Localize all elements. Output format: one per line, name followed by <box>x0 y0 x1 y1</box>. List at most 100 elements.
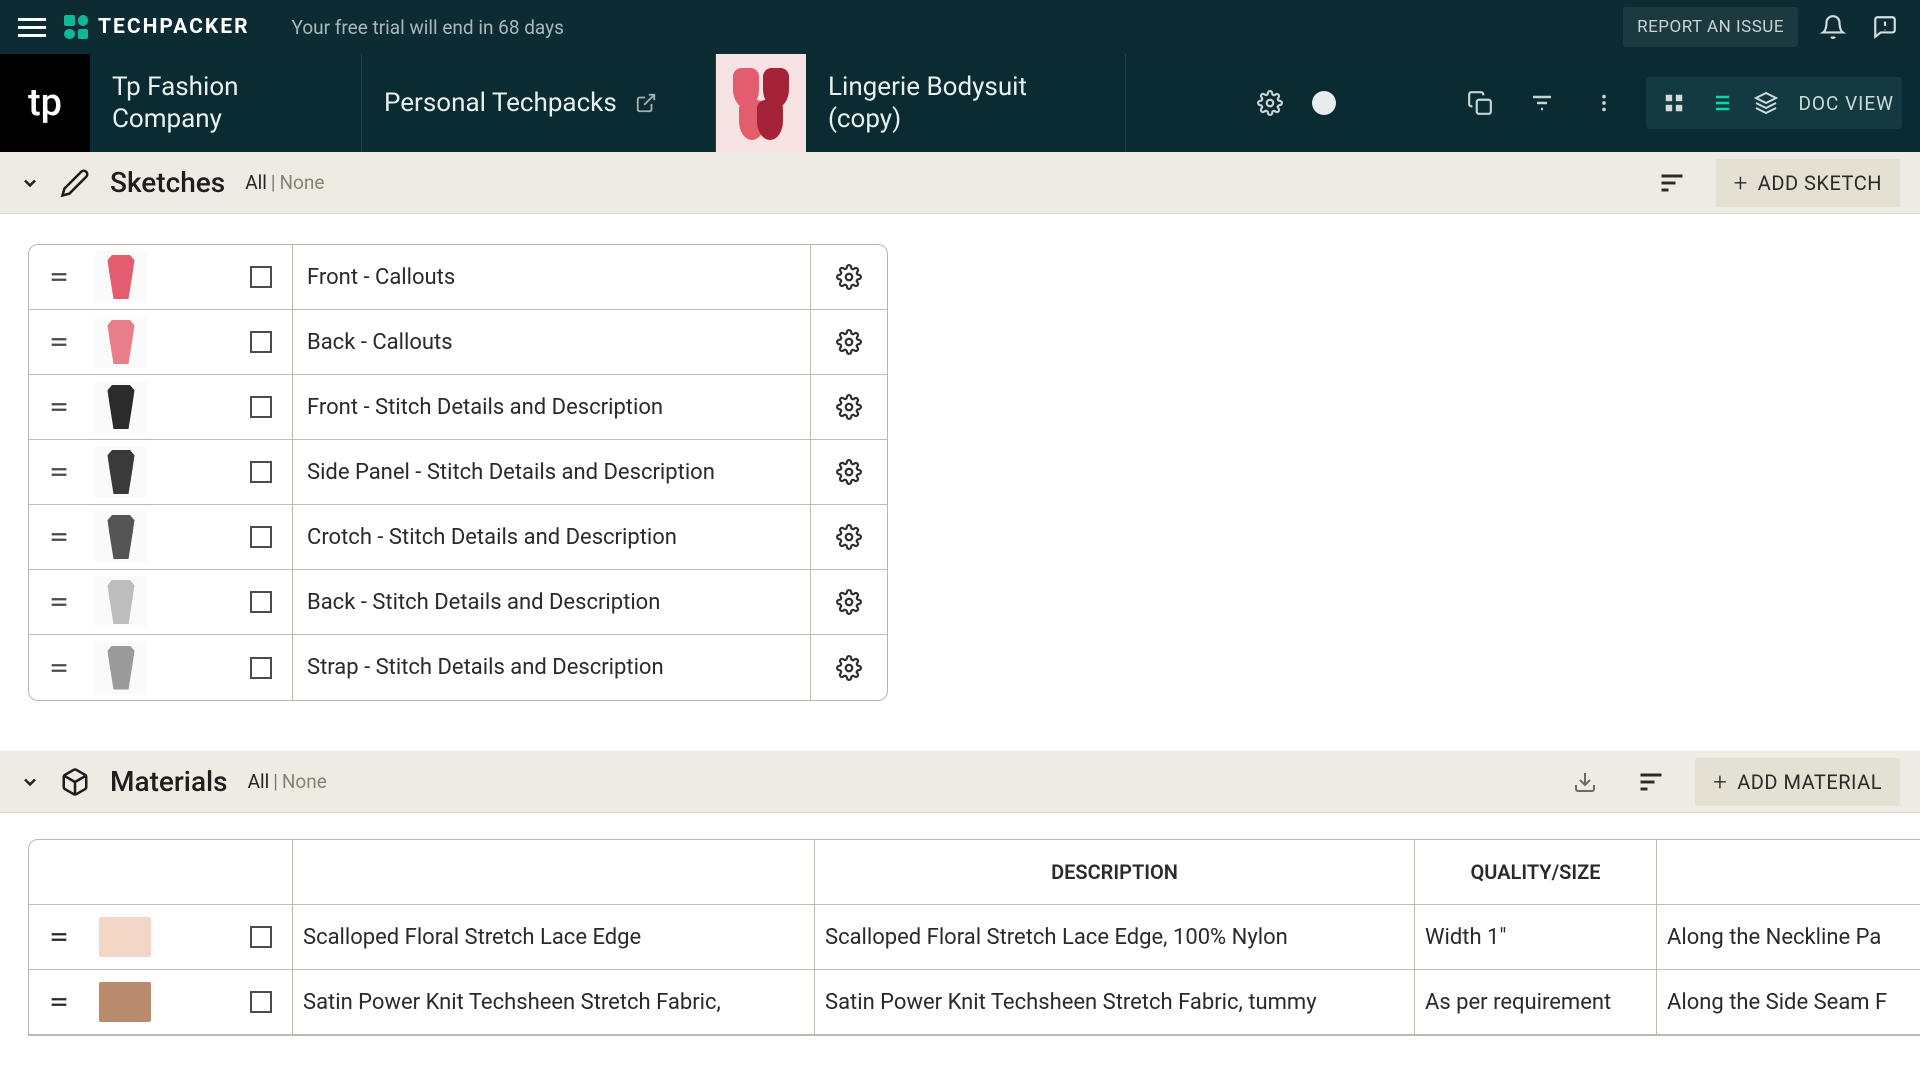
sketch-settings-button[interactable] <box>811 329 887 355</box>
sketch-thumbnail[interactable] <box>89 251 229 303</box>
drag-handle-icon[interactable] <box>29 657 89 679</box>
sketch-row[interactable]: Front - Callouts <box>29 245 887 310</box>
material-swatch[interactable] <box>89 970 229 1034</box>
drag-handle-icon[interactable] <box>29 461 89 483</box>
sketch-name[interactable]: Back - Stitch Details and Description <box>293 570 811 634</box>
sketch-checkbox[interactable] <box>229 375 293 439</box>
material-swatch[interactable] <box>89 905 229 969</box>
grid-view-button[interactable] <box>1654 83 1694 123</box>
settings-icon[interactable] <box>1250 83 1290 123</box>
sketch-checkbox[interactable] <box>229 310 293 374</box>
breadcrumb-collection-label: Personal Techpacks <box>384 87 617 120</box>
material-placement[interactable]: Along the Neckline Pa <box>1657 905 1920 969</box>
sketch-thumbnail[interactable] <box>89 316 229 368</box>
breadcrumb-collection[interactable]: Personal Techpacks <box>362 54 716 152</box>
layers-view-button[interactable] <box>1746 83 1786 123</box>
more-icon[interactable] <box>1584 83 1624 123</box>
material-checkbox[interactable] <box>229 905 293 969</box>
sketch-thumbnail[interactable] <box>89 381 229 433</box>
sketch-settings-button[interactable] <box>811 655 887 681</box>
filter-none-link[interactable]: None <box>279 171 324 194</box>
col-placement: PL <box>1657 840 1920 904</box>
brand-name: TECHPACKER <box>98 15 250 39</box>
drag-handle-icon[interactable] <box>29 970 89 1034</box>
drag-handle-icon[interactable] <box>29 266 89 288</box>
sketch-name[interactable]: Side Panel - Stitch Details and Descript… <box>293 440 811 504</box>
material-quality[interactable]: As per requirement <box>1415 970 1657 1034</box>
sketch-name[interactable]: Front - Stitch Details and Description <box>293 375 811 439</box>
company-avatar[interactable]: tp <box>0 54 90 152</box>
sort-sketches-button[interactable] <box>1648 169 1696 197</box>
drag-handle-icon[interactable] <box>29 591 89 613</box>
brand-logo[interactable]: TECHPACKER <box>64 15 250 39</box>
sketch-settings-button[interactable] <box>811 524 887 550</box>
feedback-icon[interactable] <box>1868 10 1902 44</box>
col-description: DESCRIPTION <box>815 840 1415 904</box>
material-description[interactable]: Scalloped Floral Stretch Lace Edge, 100%… <box>815 905 1415 969</box>
doc-view-button[interactable]: DOC VIEW <box>1798 92 1894 115</box>
sketch-thumbnail[interactable] <box>89 576 229 628</box>
drag-handle-icon[interactable] <box>29 331 89 353</box>
material-name[interactable]: Scalloped Floral Stretch Lace Edge <box>293 905 815 969</box>
status-indicator[interactable] <box>1312 91 1336 115</box>
sort-materials-button[interactable] <box>1627 768 1675 796</box>
sketch-settings-button[interactable] <box>811 459 887 485</box>
sketch-name[interactable]: Crotch - Stitch Details and Description <box>293 505 811 569</box>
filter-none-link[interactable]: None <box>282 770 327 793</box>
list-view-button[interactable] <box>1700 83 1740 123</box>
import-materials-button[interactable] <box>1563 770 1607 794</box>
sketch-row[interactable]: Back - Callouts <box>29 310 887 375</box>
materials-title: Materials <box>110 765 228 798</box>
material-quality[interactable]: Width 1" <box>1415 905 1657 969</box>
filter-all-link[interactable]: All <box>248 770 270 793</box>
drag-handle-icon[interactable] <box>29 526 89 548</box>
sketch-row[interactable]: Back - Stitch Details and Description <box>29 570 887 635</box>
sketch-thumbnail[interactable] <box>89 642 229 694</box>
materials-header-row: DESCRIPTION QUALITY/SIZE PL <box>29 840 1920 905</box>
material-row[interactable]: Satin Power Knit Techsheen Stretch Fabri… <box>29 970 1920 1035</box>
drag-handle-icon[interactable] <box>29 396 89 418</box>
sketch-checkbox[interactable] <box>229 440 293 504</box>
item-thumbnail[interactable] <box>716 54 806 152</box>
breadcrumb-item[interactable]: Lingerie Bodysuit (copy) <box>806 54 1126 152</box>
drag-handle-icon[interactable] <box>29 905 89 969</box>
materials-table: DESCRIPTION QUALITY/SIZE PL Scalloped Fl… <box>28 839 1920 1036</box>
material-placement[interactable]: Along the Side Seam F <box>1657 970 1920 1034</box>
sketch-row[interactable]: Front - Stitch Details and Description <box>29 375 887 440</box>
sketch-checkbox[interactable] <box>229 245 293 309</box>
material-row[interactable]: Scalloped Floral Stretch Lace Edge Scall… <box>29 905 1920 970</box>
sketch-row[interactable]: Strap - Stitch Details and Description <box>29 635 887 700</box>
sketch-thumbnail[interactable] <box>89 511 229 563</box>
sketch-name[interactable]: Back - Callouts <box>293 310 811 374</box>
sketch-name[interactable]: Front - Callouts <box>293 245 811 309</box>
sketch-checkbox[interactable] <box>229 570 293 634</box>
breadcrumb-company-label: Tp Fashion Company <box>112 71 339 136</box>
filter-icon[interactable] <box>1522 83 1562 123</box>
menu-button[interactable] <box>18 13 46 41</box>
material-checkbox[interactable] <box>229 970 293 1034</box>
sketch-row[interactable]: Crotch - Stitch Details and Description <box>29 505 887 570</box>
sketch-thumbnail[interactable] <box>89 446 229 498</box>
add-sketch-button[interactable]: + ADD SKETCH <box>1716 159 1900 207</box>
sketches-section-header: Sketches All|None + ADD SKETCH <box>0 152 1920 214</box>
sketch-settings-button[interactable] <box>811 264 887 290</box>
notifications-icon[interactable] <box>1816 10 1850 44</box>
copy-icon[interactable] <box>1460 83 1500 123</box>
filter-all-link[interactable]: All <box>245 171 267 194</box>
sketch-checkbox[interactable] <box>229 505 293 569</box>
collapse-materials-button[interactable] <box>20 772 40 792</box>
material-name[interactable]: Satin Power Knit Techsheen Stretch Fabri… <box>293 970 815 1034</box>
material-description[interactable]: Satin Power Knit Techsheen Stretch Fabri… <box>815 970 1415 1034</box>
breadcrumb-company[interactable]: Tp Fashion Company <box>90 54 362 152</box>
sketch-checkbox[interactable] <box>229 635 293 700</box>
sketch-settings-button[interactable] <box>811 394 887 420</box>
sketch-name[interactable]: Strap - Stitch Details and Description <box>293 635 811 700</box>
sketch-row[interactable]: Side Panel - Stitch Details and Descript… <box>29 440 887 505</box>
report-issue-button[interactable]: REPORT AN ISSUE <box>1623 7 1798 47</box>
sketch-settings-button[interactable] <box>811 589 887 615</box>
open-external-icon[interactable] <box>635 92 657 114</box>
add-material-button[interactable]: + ADD MATERIAL <box>1695 758 1900 806</box>
breadcrumb-bar: tp Tp Fashion Company Personal Techpacks… <box>0 54 1920 152</box>
sketch-list: Front - Callouts Back - Callouts Front -… <box>28 244 888 701</box>
collapse-sketches-button[interactable] <box>20 173 40 193</box>
